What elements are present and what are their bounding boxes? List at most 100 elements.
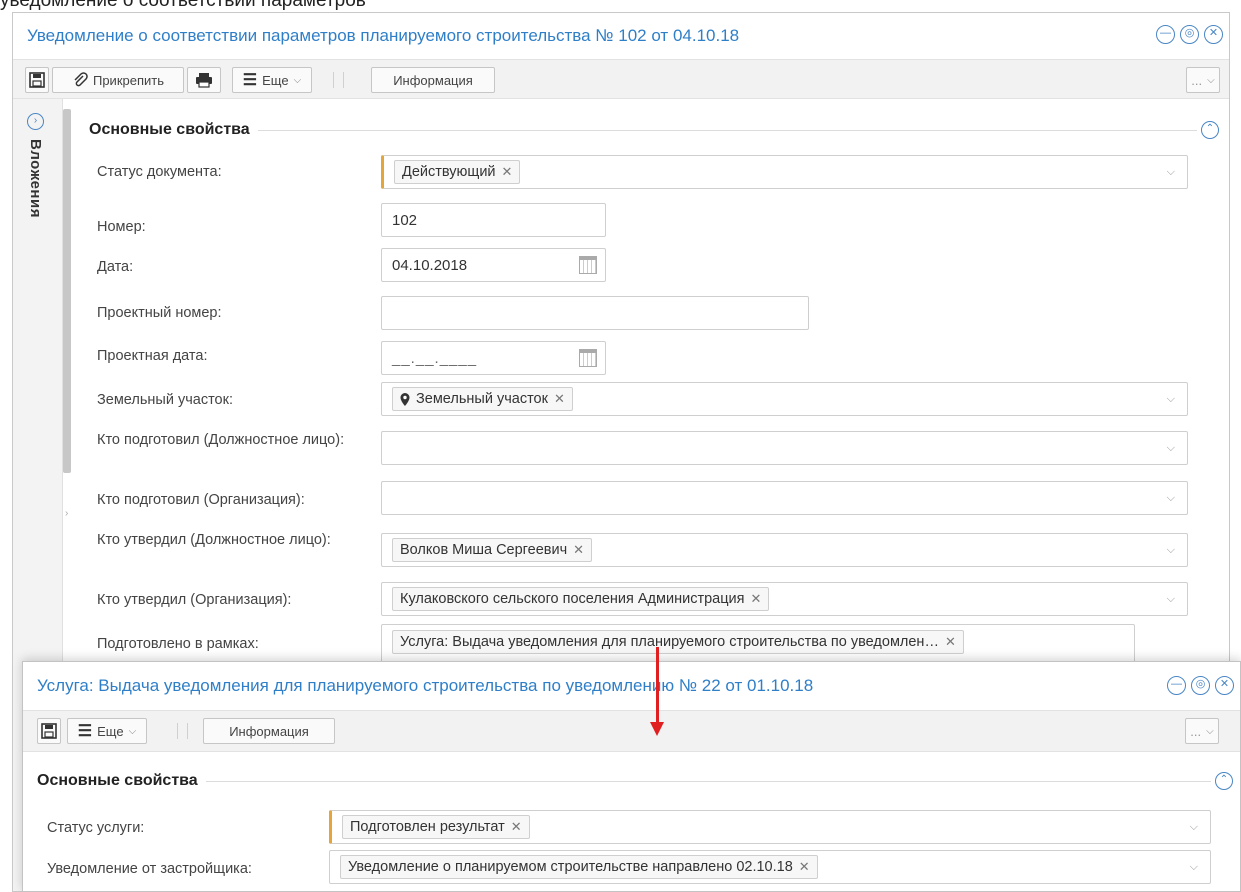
- more-label: Еще: [262, 72, 289, 88]
- close-icon[interactable]: ✕: [1204, 25, 1223, 44]
- remove-tag-icon[interactable]: ✕: [502, 164, 513, 180]
- info-label: Информация: [393, 72, 473, 88]
- toolbar-divider: [187, 723, 188, 739]
- number-value: 102: [392, 211, 418, 229]
- approved-person-select[interactable]: Волков Миша Сергеевич ✕ ⌵: [381, 533, 1188, 567]
- overflow-label: ...: [1190, 723, 1202, 739]
- expand-panel-icon[interactable]: ›: [27, 113, 44, 130]
- service-status-label: Статус услуги:: [47, 820, 145, 836]
- save-button[interactable]: [25, 67, 49, 93]
- collapse-section-icon[interactable]: ⌃: [1201, 121, 1219, 139]
- minimize-icon[interactable]: —: [1156, 25, 1175, 44]
- approved-person-tag: Волков Миша Сергеевич ✕: [392, 538, 593, 562]
- save-icon: [29, 72, 45, 88]
- chevron-down-icon: ⌵: [1207, 74, 1215, 86]
- calendar-icon[interactable]: [579, 256, 597, 274]
- project-number-field[interactable]: [381, 296, 809, 330]
- page-caption: уведомление о соответствии параметров: [0, 0, 366, 11]
- toolbar-divider: [333, 72, 334, 88]
- approved-person-label: Кто утвердил (Должностное лицо):: [97, 532, 331, 548]
- toolbar-divider: [177, 723, 178, 739]
- overflow-label: ...: [1191, 72, 1203, 88]
- section-divider: [257, 129, 1197, 131]
- prepared-person-select[interactable]: ⌵: [381, 431, 1188, 465]
- print-button[interactable]: [187, 67, 221, 93]
- restore-icon[interactable]: ◎: [1180, 25, 1199, 44]
- main-properties-section: Основные свойства ⌃: [37, 772, 1233, 790]
- minimize-icon[interactable]: —: [1167, 676, 1186, 695]
- info-button[interactable]: Информация: [203, 718, 335, 744]
- dialog-titlebar: Уведомление о соответствии параметров пл…: [13, 13, 1229, 59]
- overflow-menu-button[interactable]: ... ⌵: [1186, 67, 1220, 93]
- service-dialog: Услуга: Выдача уведомления для планируем…: [22, 661, 1241, 892]
- section-title: Основные свойства: [89, 121, 250, 138]
- scroll-arrow-icon[interactable]: ›: [65, 508, 68, 519]
- land-plot-select[interactable]: Земельный участок ✕ ⌵: [381, 382, 1188, 416]
- prepared-within-select[interactable]: Услуга: Выдача уведомления для планируем…: [381, 624, 1135, 664]
- chevron-down-icon[interactable]: ⌵: [1167, 492, 1175, 505]
- prepared-org-label: Кто подготовил (Организация):: [97, 492, 305, 508]
- save-button[interactable]: [37, 718, 61, 744]
- chevron-down-icon[interactable]: ⌵: [1190, 821, 1198, 834]
- developer-notice-select[interactable]: Уведомление о планируемом строительстве …: [329, 850, 1211, 884]
- window-controls: — ◎ ✕: [1167, 676, 1234, 695]
- number-field[interactable]: 102: [381, 203, 606, 237]
- info-label: Информация: [229, 723, 309, 739]
- toolbar-divider: [343, 72, 344, 88]
- close-icon[interactable]: ✕: [1215, 676, 1234, 695]
- remove-tag-icon[interactable]: ✕: [945, 634, 956, 650]
- chevron-down-icon[interactable]: ⌵: [1167, 166, 1175, 179]
- section-title: Основные свойства: [37, 772, 198, 789]
- save-icon: [41, 723, 57, 739]
- info-button[interactable]: Информация: [371, 67, 495, 93]
- developer-notice-value: Уведомление о планируемом строительстве …: [348, 859, 793, 875]
- project-date-label: Проектная дата:: [97, 348, 208, 364]
- attachments-label[interactable]: Вложения: [27, 139, 44, 218]
- land-plot-value: Земельный участок: [416, 391, 548, 407]
- chevron-down-icon[interactable]: ⌵: [1167, 593, 1175, 606]
- prepared-org-select[interactable]: ⌵: [381, 481, 1188, 515]
- dialog-titlebar: Услуга: Выдача уведомления для планируем…: [23, 662, 1240, 710]
- more-menu-button[interactable]: ☰ Еще ⌵: [232, 67, 312, 93]
- printer-icon: [196, 73, 212, 88]
- prepared-within-label: Подготовлено в рамках:: [97, 636, 259, 652]
- project-date-field[interactable]: __.__.____: [381, 341, 606, 375]
- approved-org-select[interactable]: Кулаковского сельского поселения Админис…: [381, 582, 1188, 616]
- status-select[interactable]: Действующий ✕ ⌵: [381, 155, 1188, 189]
- land-plot-tag: Земельный участок ✕: [392, 387, 573, 411]
- window-controls: — ◎ ✕: [1156, 25, 1223, 44]
- date-label: Дата:: [97, 259, 134, 275]
- chevron-down-icon[interactable]: ⌵: [1167, 544, 1175, 557]
- calendar-icon[interactable]: [579, 349, 597, 367]
- approved-person-value: Волков Миша Сергеевич: [400, 542, 568, 558]
- chevron-down-icon[interactable]: ⌵: [1190, 861, 1198, 874]
- chevron-down-icon[interactable]: ⌵: [1167, 442, 1175, 455]
- attach-button[interactable]: Прикрепить: [52, 67, 184, 93]
- prepared-person-label: Кто подготовил (Должностное лицо):: [97, 432, 345, 448]
- prepared-within-value[interactable]: Услуга: Выдача уведомления для планируем…: [400, 634, 939, 650]
- restore-icon[interactable]: ◎: [1191, 676, 1210, 695]
- dialog-title: Уведомление о соответствии параметров пл…: [27, 26, 740, 45]
- status-label: Статус документа:: [97, 164, 222, 180]
- remove-tag-icon[interactable]: ✕: [799, 859, 810, 875]
- page-caption-strip: уведомление о соответствии параметров: [0, 0, 1241, 12]
- overflow-menu-button[interactable]: ... ⌵: [1185, 718, 1219, 744]
- remove-tag-icon[interactable]: ✕: [554, 391, 565, 407]
- date-field[interactable]: 04.10.2018: [381, 248, 606, 282]
- remove-tag-icon[interactable]: ✕: [511, 819, 522, 835]
- approved-org-label: Кто утвердил (Организация):: [97, 592, 292, 608]
- chevron-down-icon[interactable]: ⌵: [1167, 393, 1175, 406]
- service-status-tag: Подготовлен результат ✕: [342, 815, 530, 839]
- developer-notice-label: Уведомление от застройщика:: [47, 861, 252, 877]
- scrollbar[interactable]: [63, 109, 71, 473]
- chevron-down-icon: ⌵: [1206, 725, 1214, 737]
- more-menu-button[interactable]: ☰ Еще ⌵: [67, 718, 147, 744]
- map-pin-icon: [400, 392, 410, 406]
- remove-tag-icon[interactable]: ✕: [573, 542, 584, 558]
- remove-tag-icon[interactable]: ✕: [750, 591, 761, 607]
- chevron-down-icon: ⌵: [293, 74, 302, 86]
- menu-icon: ☰: [77, 723, 93, 740]
- date-value: 04.10.2018: [392, 256, 468, 274]
- collapse-section-icon[interactable]: ⌃: [1215, 772, 1233, 790]
- service-status-select[interactable]: Подготовлен результат ✕ ⌵: [329, 810, 1211, 844]
